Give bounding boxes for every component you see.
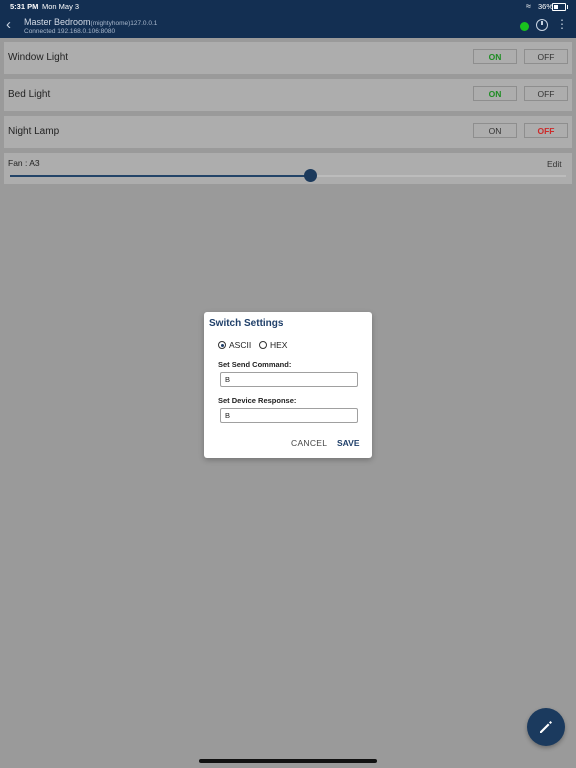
switch-settings-dialog: Switch Settings ASCII HEX Set Send Comma… (204, 312, 372, 458)
ascii-radio-label[interactable]: ASCII (229, 340, 251, 350)
switch-label: Window Light (8, 52, 69, 63)
save-button[interactable]: SAVE (337, 438, 360, 448)
switch-row-night-lamp: Night Lamp ON OFF (4, 116, 572, 148)
status-date: Mon May 3 (42, 2, 80, 11)
battery-percent: 36% (538, 2, 554, 11)
fan-label: Fan : A3 (8, 158, 40, 168)
battery-icon (552, 3, 568, 11)
off-button[interactable]: OFF (524, 49, 568, 64)
edit-fab-button[interactable] (527, 708, 565, 746)
wifi-icon: ≈ (526, 1, 531, 11)
on-button[interactable]: ON (473, 49, 517, 64)
off-button[interactable]: OFF (524, 123, 568, 138)
more-menu-icon[interactable]: ⋮ (556, 17, 568, 31)
room-name: Master Bedroom (24, 17, 91, 27)
radio-selected-dot (220, 343, 224, 347)
connection-status-dot (520, 22, 529, 31)
device-response-input[interactable]: B (220, 408, 358, 423)
status-bar: 5:31 PM Mon May 3 ≈ 36% (0, 0, 576, 13)
switch-row-bed-light: Bed Light ON OFF (4, 79, 572, 111)
timer-icon[interactable] (536, 19, 548, 31)
home-indicator (199, 759, 377, 763)
switch-label: Bed Light (8, 89, 51, 100)
hex-radio[interactable] (259, 341, 267, 349)
cancel-button[interactable]: CANCEL (291, 438, 327, 448)
slider-thumb[interactable] (304, 169, 318, 182)
send-command-input[interactable]: B (220, 372, 358, 387)
room-host: (mightyhome)127.0.0.1 (90, 20, 158, 27)
fan-row: Fan : A3 Edit (4, 153, 572, 184)
off-button[interactable]: OFF (524, 86, 568, 101)
device-response-label: Set Device Response: (218, 396, 297, 405)
status-time: 5:31 PM (10, 2, 39, 11)
on-button[interactable]: ON (473, 123, 517, 138)
switch-row-window-light: Window Light ON OFF (4, 42, 572, 74)
app-header: ‹ Master Bedroom(mightyhome)127.0.0.1 Co… (0, 13, 576, 38)
fan-speed-slider[interactable] (10, 169, 566, 182)
switch-label: Night Lamp (8, 126, 60, 137)
dialog-title: Switch Settings (209, 318, 284, 329)
pencil-icon (540, 721, 552, 733)
on-button[interactable]: ON (473, 86, 517, 101)
fan-edit-button[interactable]: Edit (547, 159, 562, 169)
back-arrow-icon[interactable]: ‹ (6, 17, 11, 32)
slider-fill (10, 175, 311, 177)
send-command-label: Set Send Command: (218, 360, 292, 369)
ascii-radio[interactable] (218, 341, 226, 349)
hex-radio-label[interactable]: HEX (270, 340, 287, 350)
connection-status: Connected 192.168.0.106:8080 (24, 28, 116, 35)
room-title: Master Bedroom(mightyhome)127.0.0.1 (24, 17, 157, 27)
